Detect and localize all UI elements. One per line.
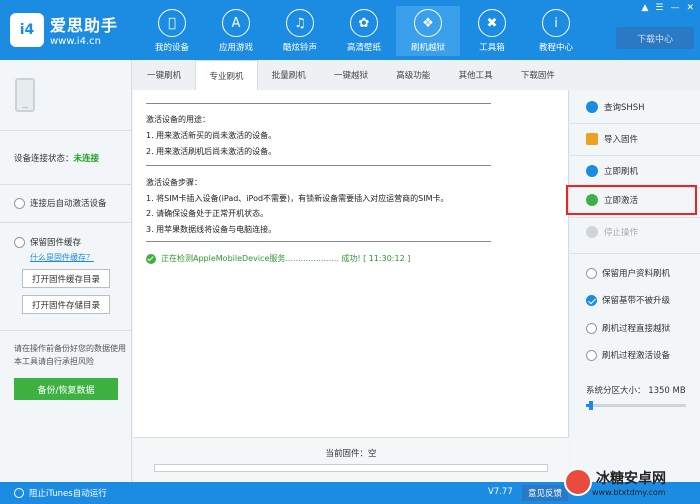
step-item: 1. 将SIM卡插入设备(iPad、iPod不需要)，有锁新设备需要插入对应运营… (146, 194, 449, 203)
tab-one-click-flash[interactable]: 一键刷机 (133, 60, 195, 90)
divider (0, 130, 132, 131)
radio-button[interactable] (586, 267, 597, 279)
app-logo: i4 爱思助手 www.i4.cn (10, 12, 118, 47)
option-jailbreak[interactable]: 刷机过程直接越狱 (586, 322, 670, 334)
radio-button-checked[interactable] (586, 294, 597, 306)
firmware-panel: 当前固件：空 (133, 437, 569, 482)
divider (0, 330, 132, 331)
progress-bar (154, 464, 548, 472)
partition-slider[interactable] (586, 401, 686, 410)
search-icon (586, 101, 598, 113)
flash-icon (586, 165, 598, 177)
service-check-status: 正在检测AppleMobileDevice服务.................… (146, 253, 410, 264)
tab-other-tools[interactable]: 其他工具 (444, 60, 506, 90)
nav-toolbox[interactable]: ✖ 工具箱 (460, 6, 524, 56)
purpose-item: 2. 用来激活刷机后尚未激活的设备。 (146, 147, 277, 156)
block-itunes-option[interactable]: 阻止iTunes自动运行 (14, 487, 107, 499)
step-item: 3. 用苹果数据线将设备与电脑连接。 (146, 225, 277, 234)
flash-now-button[interactable]: 立即刷机 (570, 156, 700, 186)
brand-url: www.i4.cn (50, 36, 101, 47)
watermark-text: 冰糖安卓网 (596, 470, 666, 487)
nav-tutorials[interactable]: i 教程中心 (524, 6, 588, 56)
watermark-url: www.btxtdmy.com (592, 487, 666, 497)
flower-icon: ✿ (350, 9, 378, 37)
version-label: V7.77 (488, 487, 513, 497)
left-sidebar: 设备连接状态：未连接 连接后自动激活设备 保留固件缓存 什么是固件缓存？ 打开固… (0, 60, 132, 482)
divider (0, 222, 132, 223)
bell-icon: ♫ (286, 9, 314, 37)
radio-button[interactable] (586, 349, 597, 361)
status-value: 未连接 (73, 154, 100, 164)
close-icon[interactable]: ✕ (686, 3, 694, 13)
slider-knob[interactable] (589, 401, 593, 410)
shirt-icon[interactable]: ▲ (641, 3, 648, 13)
dropbox-icon: ❖ (414, 9, 442, 37)
option-keep-data[interactable]: 保留用户资料刷机 (586, 267, 670, 279)
open-storage-dir-button[interactable]: 打开固件存储目录 (22, 295, 110, 314)
risk-warning: 请在操作前备份好您的数据使用本工具请自行承担风险 (14, 344, 126, 366)
divider (146, 165, 491, 166)
window-controls: ▲ ☰ — ✕ (641, 3, 694, 13)
nav-flash-jailbreak[interactable]: ❖ 刷机越狱 (396, 6, 460, 56)
right-sidebar: 查询SHSH 导入固件 立即刷机 立即激活 停止操作 保留用户资料刷机 保留基带… (566, 90, 700, 482)
tab-batch-flash[interactable]: 批量刷机 (258, 60, 320, 90)
purpose-title: 激活设备的用途： (146, 115, 210, 124)
info-icon: i (542, 9, 570, 37)
activate-now-button[interactable]: 立即激活 (566, 185, 697, 215)
option-activate[interactable]: 刷机过程激活设备 (586, 349, 670, 361)
tab-download-firmware[interactable]: 下载固件 (507, 60, 569, 90)
stop-icon (586, 226, 598, 238)
watermark: 冰糖安卓网 www.btxtdmy.com (564, 462, 694, 502)
divider (146, 103, 491, 104)
nav-ringtones[interactable]: ♫ 酷炫铃声 (268, 6, 332, 56)
import-firmware-button[interactable]: 导入固件 (570, 124, 700, 154)
current-firmware: 当前固件：空 (325, 449, 377, 459)
radio-button[interactable] (14, 488, 24, 498)
apple-icon:  (158, 9, 186, 37)
logo-mark: i4 (10, 12, 44, 47)
nav-my-device[interactable]:  我的设备 (140, 6, 204, 56)
main-content: 激活设备的用途： 1. 用来激活新买的尚未激活的设备。 2. 用来激活刷机后尚未… (133, 90, 569, 482)
minimize-icon[interactable]: — (670, 3, 679, 13)
tools-icon: ✖ (478, 9, 506, 37)
connection-status: 设备连接状态：未连接 (14, 154, 100, 164)
what-is-cache-link[interactable]: 什么是固件缓存？ (30, 252, 94, 263)
step-item: 2. 请确保设备处于正常开机状态。 (146, 209, 269, 218)
stop-button[interactable]: 停止操作 (570, 217, 700, 247)
nav-apps[interactable]: A 应用游戏 (204, 6, 268, 56)
auto-activate-option[interactable]: 连接后自动激活设备 (14, 197, 107, 209)
import-icon (586, 133, 598, 145)
purpose-item: 1. 用来激活新买的尚未激活的设备。 (146, 131, 277, 140)
tab-bar: 一键刷机 专业刷机 批量刷机 一键越狱 高级功能 其他工具 下载固件 (133, 60, 569, 90)
keep-cache-option[interactable]: 保留固件缓存 (14, 236, 81, 248)
feedback-button[interactable]: 意见反馈 (522, 485, 569, 501)
system-partition-size: 系统分区大小： 1350 MB (586, 386, 686, 396)
radio-button[interactable] (586, 322, 597, 334)
phone-icon (15, 78, 35, 112)
check-circle-icon (146, 253, 156, 264)
backup-restore-button[interactable]: 备份/恢复数据 (14, 378, 118, 400)
brand-name: 爱思助手 (50, 16, 119, 35)
radio-button[interactable] (14, 197, 25, 209)
globe-icon (586, 194, 598, 206)
open-cache-dir-button[interactable]: 打开固件缓存目录 (22, 269, 110, 288)
radio-button[interactable] (14, 236, 25, 248)
steps-title: 激活设备步骤： (146, 178, 202, 187)
option-no-baseband-upgrade[interactable]: 保留基带不被升级 (586, 294, 670, 306)
divider (0, 184, 132, 185)
download-center-button[interactable]: 下载中心 (616, 27, 694, 49)
main-nav:  我的设备 A 应用游戏 ♫ 酷炫铃声 ✿ 高清壁纸 ❖ 刷机越狱 ✖ 工具箱… (140, 6, 588, 56)
divider (146, 241, 491, 242)
nav-wallpapers[interactable]: ✿ 高清壁纸 (332, 6, 396, 56)
app-store-icon: A (222, 9, 250, 37)
watermark-logo (564, 468, 592, 496)
header-bar: i4 爱思助手 www.i4.cn  我的设备 A 应用游戏 ♫ 酷炫铃声 ✿… (0, 0, 700, 60)
tab-one-click-jailbreak[interactable]: 一键越狱 (320, 60, 382, 90)
tab-pro-flash[interactable]: 专业刷机 (195, 60, 258, 90)
query-shsh-button[interactable]: 查询SHSH (570, 92, 700, 122)
divider (570, 253, 700, 254)
tab-advanced[interactable]: 高级功能 (382, 60, 444, 90)
menu-icon[interactable]: ☰ (655, 3, 663, 13)
